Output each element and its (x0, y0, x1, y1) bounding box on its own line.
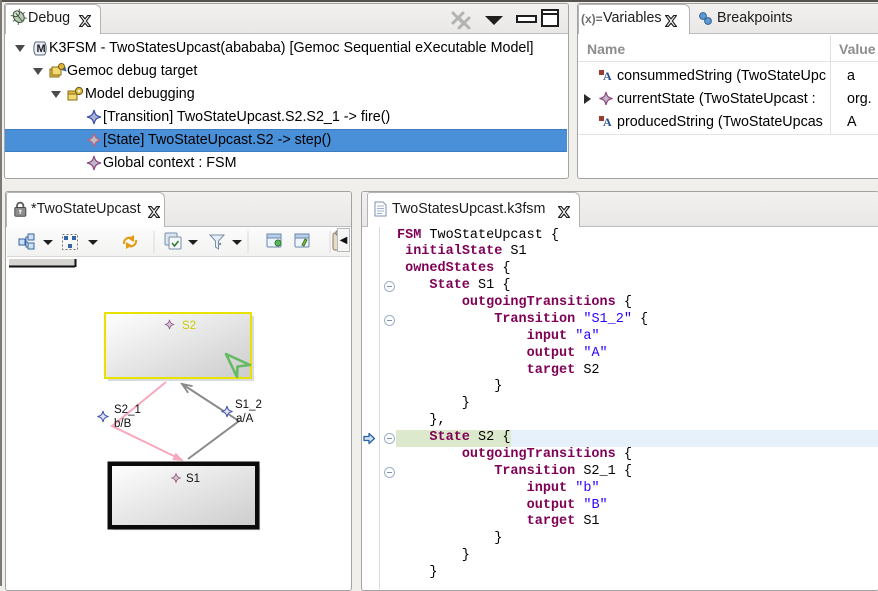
svg-text:S1_2: S1_2 (235, 399, 262, 411)
svg-text:A: A (603, 115, 612, 129)
svg-text:S1: S1 (186, 473, 200, 485)
svg-text:A: A (603, 69, 612, 83)
svg-text:a/A: a/A (236, 413, 254, 425)
svg-text:S2_1: S2_1 (114, 404, 141, 416)
svg-text:b/B: b/B (114, 418, 132, 430)
svg-text:M: M (37, 43, 46, 55)
svg-text:S2: S2 (182, 320, 196, 332)
